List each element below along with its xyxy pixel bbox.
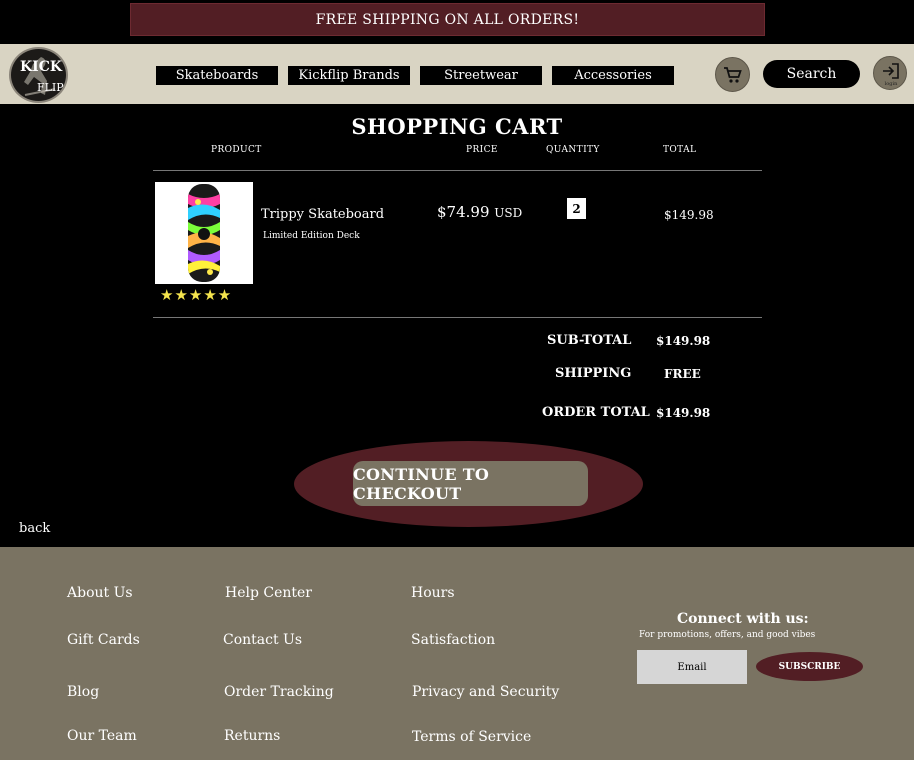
product-price: $74.99 USD [437, 203, 522, 221]
footer-link-contact-us[interactable]: Contact Us [223, 632, 302, 648]
column-header-price: PRICE [466, 145, 498, 155]
footer-link-blog[interactable]: Blog [67, 684, 99, 700]
footer-link-help-center[interactable]: Help Center [225, 585, 312, 601]
line-total: $149.98 [664, 208, 714, 222]
nav-skateboards[interactable]: Skateboards [156, 66, 278, 85]
page-title: SHOPPING CART [351, 114, 563, 139]
nav-kickflip-brands[interactable]: Kickflip Brands [288, 66, 410, 85]
back-link[interactable]: back [19, 521, 50, 536]
footer-link-terms-of-service[interactable]: Terms of Service [412, 729, 531, 745]
footer-link-gift-cards[interactable]: Gift Cards [67, 632, 140, 648]
subtotal-value: $149.98 [656, 334, 711, 348]
footer-link-about-us[interactable]: About Us [67, 585, 133, 601]
promo-banner: FREE SHIPPING ON ALL ORDERS! [0, 0, 914, 44]
shipping-label: SHIPPING [555, 366, 632, 381]
search-button[interactable]: Search [763, 60, 860, 88]
footer-link-order-tracking[interactable]: Order Tracking [224, 684, 334, 700]
connect-heading: Connect with us: [677, 611, 809, 627]
nav-streetwear[interactable]: Streetwear [420, 66, 542, 85]
footer-link-hours[interactable]: Hours [411, 585, 455, 601]
free-shipping-banner: FREE SHIPPING ON ALL ORDERS! [130, 3, 765, 36]
item-divider [153, 317, 762, 318]
top-nav: KICK FLIP Skateboards Kickflip Brands St… [0, 44, 914, 104]
rating-stars: ★★★★★ [160, 286, 233, 304]
logo-text-flip: FLIP [37, 81, 64, 94]
email-field[interactable]: Email [637, 650, 747, 684]
price-currency: USD [494, 206, 523, 220]
kickflip-logo[interactable]: KICK FLIP [9, 47, 68, 103]
shipping-value: FREE [664, 367, 701, 381]
header-divider [153, 170, 762, 171]
footer-link-satisfaction[interactable]: Satisfaction [411, 632, 495, 648]
footer-link-returns[interactable]: Returns [224, 728, 280, 744]
cart-icon [723, 66, 742, 83]
column-header-product: PRODUCT [211, 145, 262, 155]
skateboard-deck-image [188, 184, 220, 282]
product-image[interactable] [155, 182, 253, 284]
logo-text-kick: KICK [20, 59, 63, 75]
column-header-total: TOTAL [663, 145, 697, 155]
connect-subtitle: For promotions, offers, and good vibes [639, 630, 816, 640]
subtotal-label: SUB-TOTAL [547, 333, 632, 348]
login-label: login [884, 81, 898, 87]
column-header-quantity: QUANTITY [546, 145, 600, 155]
login-button[interactable]: login [873, 56, 907, 90]
footer-link-privacy-security[interactable]: Privacy and Security [412, 684, 559, 700]
order-total-value: $149.98 [656, 406, 711, 420]
footer-link-our-team[interactable]: Our Team [67, 728, 137, 744]
continue-to-checkout-button[interactable]: CONTINUE TO CHECKOUT [353, 461, 588, 506]
order-total-label: ORDER TOTAL [542, 405, 650, 420]
login-icon [883, 63, 899, 79]
nav-accessories[interactable]: Accessories [552, 66, 674, 85]
subscribe-button[interactable]: SUBSCRIBE [756, 652, 863, 681]
product-name[interactable]: Trippy Skateboard [261, 207, 384, 222]
product-subtitle: Limited Edition Deck [263, 231, 360, 241]
cart-button[interactable] [715, 57, 750, 92]
quantity-field[interactable]: 2 [567, 198, 586, 219]
price-amount: $74.99 [437, 203, 490, 221]
skater-logo-icon [24, 57, 56, 96]
